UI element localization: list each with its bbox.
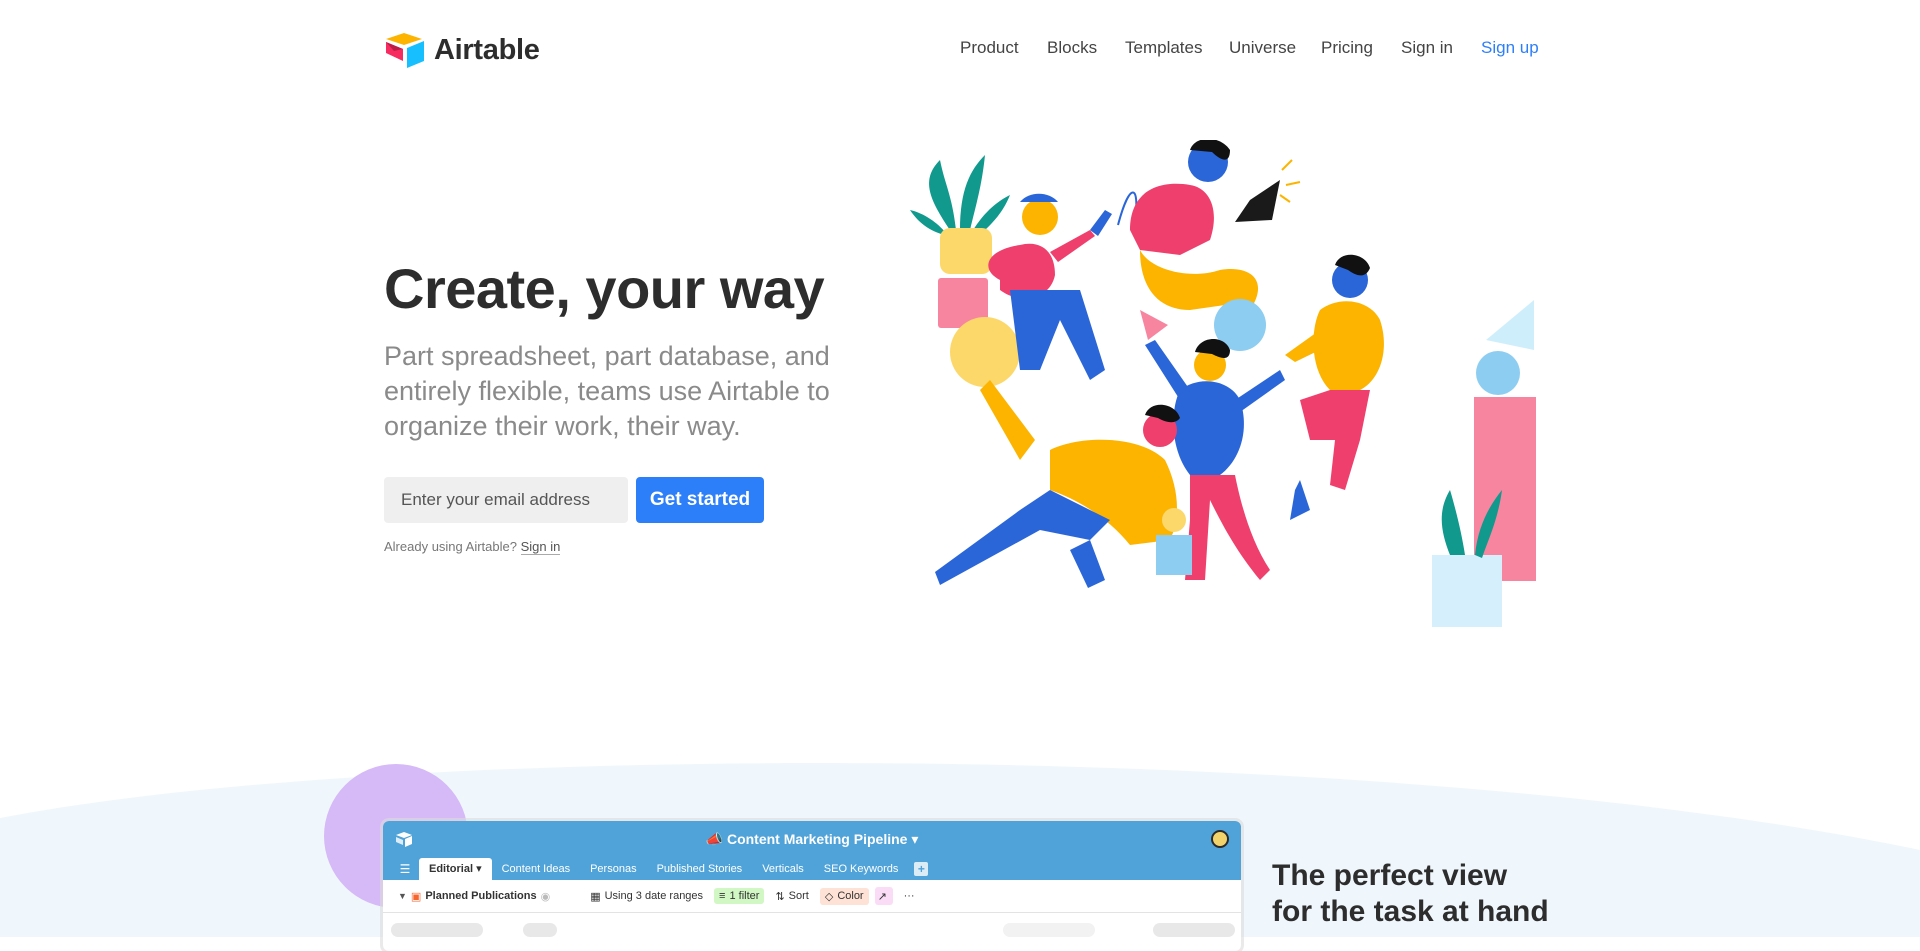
- table-tabs: ☰ Editorial ▾ Content Ideas Personas Pub…: [383, 857, 1241, 880]
- tab-seo-keywords[interactable]: SEO Keywords: [814, 858, 909, 880]
- tab-editorial[interactable]: Editorial ▾: [419, 858, 492, 880]
- date-ranges-label: Using 3 date ranges: [604, 890, 704, 902]
- sort-label: Sort: [788, 890, 809, 902]
- base-title[interactable]: 📣 Content Marketing Pipeline ▾: [383, 831, 1241, 848]
- tab-personas[interactable]: Personas: [580, 858, 646, 880]
- airtable-logo-icon: [386, 33, 424, 68]
- small-blue-ball-shape: [1476, 351, 1520, 395]
- nav-sign-up[interactable]: Sign up: [1481, 38, 1539, 58]
- tab-content-ideas[interactable]: Content Ideas: [492, 858, 581, 880]
- hero-subtitle: Part spreadsheet, part database, and ent…: [384, 341, 830, 441]
- filter-button[interactable]: ≡ 1 filter: [714, 888, 765, 904]
- airtable-logo[interactable]: Airtable: [384, 31, 540, 69]
- feature-heading: The perfect view for the task at hand: [1272, 859, 1549, 928]
- date-ranges-button[interactable]: ▦ Using 3 date ranges: [585, 888, 708, 905]
- already-using-text: Already using Airtable? Sign in: [384, 539, 561, 555]
- view-toolbar: ▼ ▣ Planned Publications ◉ ▦ Using 3 dat…: [383, 880, 1241, 913]
- brand-name: Airtable: [434, 33, 540, 66]
- view-switcher[interactable]: ▼ ▣ Planned Publications ◉: [393, 888, 555, 905]
- share-view-icon[interactable]: ↗: [874, 887, 893, 905]
- today-button[interactable]: [523, 923, 557, 937]
- tab-verticals[interactable]: Verticals: [752, 858, 814, 880]
- avatar[interactable]: [1211, 830, 1229, 848]
- chevron-down-icon: ▼: [398, 891, 407, 901]
- get-started-button[interactable]: Get started: [636, 477, 764, 523]
- pink-triangle-shape: [1140, 310, 1168, 340]
- triangle-shape: [1486, 300, 1534, 350]
- filter-label: 1 filter: [729, 890, 760, 902]
- filter-icon: ≡: [719, 890, 726, 902]
- more-options-icon[interactable]: ···: [899, 888, 920, 904]
- sort-button[interactable]: ⇅ Sort: [770, 888, 813, 905]
- tab-published-stories[interactable]: Published Stories: [647, 858, 753, 880]
- hamburger-menu-icon[interactable]: ☰: [391, 858, 419, 880]
- nav-templates[interactable]: Templates: [1125, 38, 1202, 58]
- already-using-label: Already using Airtable?: [384, 539, 517, 554]
- app-preview-header: 📣 Content Marketing Pipeline ▾: [383, 821, 1241, 857]
- month-week-toggle[interactable]: [391, 923, 483, 937]
- nav-blocks[interactable]: Blocks: [1047, 38, 1097, 58]
- color-label: Color: [837, 890, 864, 902]
- color-button[interactable]: ◇ Color: [819, 887, 869, 905]
- paint-bucket-icon: ◇: [824, 890, 834, 903]
- hero-title: Create, your way: [384, 257, 825, 320]
- find-record-input[interactable]: [1003, 923, 1095, 937]
- chevron-down-icon: ▾: [911, 831, 919, 847]
- calendar-controls-row: [383, 913, 1241, 943]
- sort-icon: ⇅: [775, 890, 785, 903]
- view-name: Planned Publications: [425, 890, 537, 902]
- email-input[interactable]: [384, 477, 628, 523]
- add-table-icon[interactable]: +: [914, 862, 929, 876]
- site-header: Airtable Product Blocks Templates Univer…: [0, 0, 1920, 102]
- app-preview-window: 📣 Content Marketing Pipeline ▾ ☰ Editori…: [383, 821, 1241, 951]
- calendar-icon: ▦: [590, 890, 601, 903]
- hero-illustration: [910, 140, 1536, 627]
- collaborators-icon: ◉: [540, 890, 551, 903]
- light-blue-box-shape: [1432, 555, 1502, 627]
- records-filter-pill[interactable]: [1153, 923, 1235, 937]
- person-reaching-illustration: [1285, 254, 1384, 520]
- nav-product[interactable]: Product: [960, 38, 1019, 58]
- nav-universe[interactable]: Universe: [1229, 38, 1296, 58]
- base-title-text: Content Marketing Pipeline: [726, 831, 908, 847]
- nav-sign-in[interactable]: Sign in: [1401, 38, 1453, 58]
- calendar-view-icon: ▣: [410, 890, 422, 903]
- base-emoji-icon: 📣: [705, 831, 724, 847]
- nav-pricing[interactable]: Pricing: [1321, 38, 1373, 58]
- yellow-ball-shape: [950, 317, 1020, 387]
- hero-sign-in-link[interactable]: Sign in: [520, 539, 561, 555]
- person-pushing-illustration: [935, 380, 1192, 588]
- plant-illustration: [910, 155, 1010, 328]
